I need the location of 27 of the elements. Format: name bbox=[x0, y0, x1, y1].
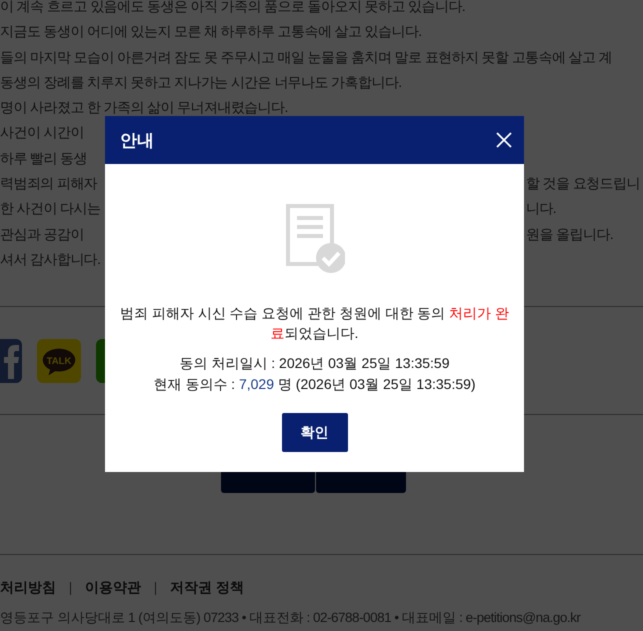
body-text: 명이 사라졌고 한 가족의 삶이 무너져내렸습니다. bbox=[0, 98, 288, 118]
body-text: 니다. bbox=[526, 199, 556, 218]
confirm-button[interactable]: 확인 bbox=[282, 413, 348, 452]
body-text: 동생의 장례를 치루지 못하고 지나가는 시간은 너무나도 가혹합니다. bbox=[0, 72, 402, 92]
body-text: 한 사건이 다시는 bbox=[0, 199, 100, 218]
body-text: 력범죄의 피해자 bbox=[0, 174, 98, 194]
body-text: 들의 마지막 모습이 아른거려 잠도 못 주무시고 매일 눈물을 훔치며 말로 표현하지 못할 고통속에 살고 계 bbox=[0, 48, 612, 67]
dialog-message: 범죄 피해자 시신 수습 요청에 관한 청원에 대한 동의 처리가 완료되었습니다. bbox=[120, 304, 510, 343]
agree-count-text: 현재 동의수 : 7,029 명 (2026년 03월 25일 13:35:59) bbox=[153, 375, 476, 394]
body-text: 이 계속 흐르고 있음에도 동생은 아직 가족의 품으로 돌아오지 못하고 있습니다. bbox=[0, 0, 465, 16]
footer-link[interactable]: 처리방침 bbox=[0, 579, 56, 598]
body-text: 하루 빨리 동생 bbox=[0, 148, 87, 168]
footer-address: 영등포구 의사당대로 1 (여의도동) 07233 • 대표전화 : 02-6788-0081 • 대표메일 : e-petitions@na.go.kr bbox=[0, 609, 582, 628]
body-text: 지금도 동생이 어디에 있는지 모른 채 하루하루 고통속에 살고 있습니다. bbox=[0, 22, 422, 42]
agree-button[interactable] bbox=[316, 472, 406, 494]
footer-link[interactable]: 이용약관 bbox=[85, 579, 141, 598]
document-check-icon bbox=[284, 203, 344, 273]
processed-time-text: 동의 처리일시 : 2026년 03월 25일 13:35:59 bbox=[179, 354, 450, 373]
body-text: 할 것을 요청드립니 bbox=[526, 174, 640, 194]
body-text: 셔서 감사합니다. bbox=[0, 250, 100, 269]
body-text: 원을 올립니다. bbox=[526, 224, 613, 244]
footer-link[interactable]: 저작권 정책 bbox=[170, 579, 244, 598]
list-button[interactable] bbox=[221, 472, 315, 494]
body-text: 관심과 공감이 bbox=[0, 224, 84, 244]
body-text: 사건이 시간이 bbox=[0, 123, 84, 142]
dialog-title: 안내 bbox=[120, 130, 154, 152]
close-icon[interactable] bbox=[496, 132, 512, 148]
